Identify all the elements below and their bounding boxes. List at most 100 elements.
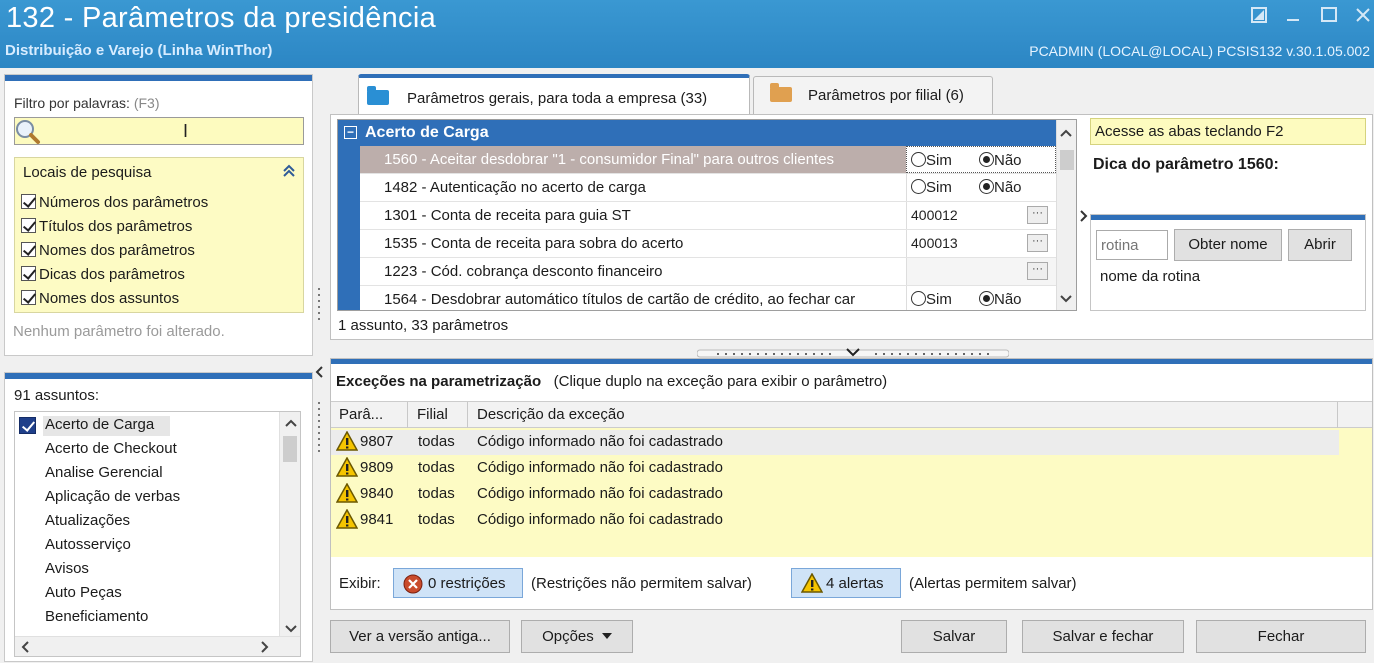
column-header-param[interactable]: Parâ... (339, 406, 383, 423)
table-row[interactable]: 1482 - Autenticação no acerto de carga S… (360, 174, 1056, 202)
list-item[interactable]: Aplicação de verbas (45, 488, 180, 505)
radio-group[interactable]: Sim Não (906, 286, 1056, 310)
radio-group[interactable]: Sim Não (906, 146, 1056, 173)
lookup-field[interactable]: 400013 ··· (906, 230, 1056, 257)
warning-icon (336, 431, 358, 451)
table-row[interactable]: 1223 - Cód. cobrança desconto financeiro… (360, 258, 1056, 286)
scroll-thumb[interactable] (1060, 150, 1074, 170)
radio-selected-icon[interactable] (979, 152, 994, 167)
scroll-up-icon[interactable] (285, 416, 297, 430)
restrictions-note: (Restrições não permitem salvar) (531, 575, 752, 592)
option-param-names[interactable]: Nomes dos parâmetros (21, 242, 195, 259)
radio-yes[interactable]: Sim (911, 179, 952, 196)
collapse-group-icon[interactable]: − (344, 126, 357, 139)
parameter-grid-scrollbar[interactable] (1056, 120, 1076, 310)
scroll-up-icon[interactable] (1060, 126, 1072, 140)
exceptions-grid[interactable]: Parâ... Filial Descrição da exceção 9807… (331, 401, 1372, 557)
selected-check-icon (19, 417, 36, 434)
filter-search-input[interactable] (14, 117, 304, 145)
exceptions-title: Exceções na parametrização (336, 373, 542, 390)
scroll-left-icon[interactable] (21, 641, 29, 656)
option-param-tips[interactable]: Dicas dos parâmetros (21, 266, 185, 283)
get-name-button[interactable]: Obter nome (1174, 229, 1282, 261)
scroll-thumb[interactable] (283, 436, 297, 462)
close-icon[interactable] (1352, 6, 1374, 28)
radio-yes[interactable]: Sim (911, 291, 952, 308)
list-item[interactable]: Autosserviço (45, 536, 131, 553)
option-param-titles[interactable]: Títulos dos parâmetros (21, 218, 192, 235)
lookup-button[interactable]: ··· (1027, 206, 1048, 224)
scroll-down-icon[interactable] (1060, 292, 1072, 306)
table-row[interactable]: 1535 - Conta de receita para sobra do ac… (360, 230, 1056, 258)
list-item[interactable]: Acerto de Carga (45, 416, 154, 433)
folder-icon (367, 86, 389, 105)
lookup-button[interactable]: ··· (1027, 262, 1048, 280)
list-item[interactable]: Auto Peças (45, 584, 122, 601)
checkbox-icon[interactable] (21, 290, 36, 305)
close-button[interactable]: Fechar (1196, 620, 1366, 653)
table-row[interactable]: 9809 todas Código informado não foi cada… (331, 456, 1339, 481)
option-param-numbers[interactable]: Números dos parâmetros (21, 194, 208, 211)
horizontal-splitter[interactable] (696, 345, 1010, 358)
column-header-branch[interactable]: Filial (417, 406, 448, 423)
radio-no[interactable]: Não (979, 179, 1022, 196)
parameter-grid[interactable]: − Acerto de Carga 1560 - Aceitar desdobr… (337, 119, 1077, 311)
vertical-splitter[interactable] (314, 282, 324, 462)
list-item[interactable]: Acerto de Checkout (45, 440, 177, 457)
checkbox-icon[interactable] (21, 266, 36, 281)
table-row[interactable]: 9807 todas Código informado não foi cada… (331, 430, 1339, 455)
checkbox-icon[interactable] (21, 242, 36, 257)
scroll-down-icon[interactable] (285, 622, 297, 636)
column-header-description[interactable]: Descrição da exceção (477, 406, 625, 423)
subjects-horizontal-scrollbar[interactable] (15, 636, 300, 656)
subjects-panel: 91 assuntos: Acerto de Carga Acerto de C… (4, 372, 313, 662)
lookup-field[interactable]: ··· (906, 258, 1056, 285)
radio-selected-icon[interactable] (979, 179, 994, 194)
subjects-vertical-scrollbar[interactable] (279, 412, 300, 638)
table-row[interactable]: 1560 - Aceitar desdobrar "1 - consumidor… (360, 146, 1056, 174)
collapse-left-icon[interactable] (315, 366, 323, 381)
table-row[interactable]: 9841 todas Código informado não foi cada… (331, 508, 1339, 533)
radio-icon[interactable] (911, 152, 926, 167)
group-header[interactable]: − Acerto de Carga (338, 120, 1056, 146)
radio-icon[interactable] (911, 291, 926, 306)
lookup-field[interactable]: 400012 ··· (906, 202, 1056, 229)
tab-general-parameters[interactable]: Parâmetros gerais, para toda a empresa (… (358, 74, 750, 116)
exceptions-footer: Exibir: 0 restrições (Restrições não per… (331, 559, 1372, 609)
save-and-close-button[interactable]: Salvar e fechar (1022, 620, 1184, 653)
list-item[interactable]: Beneficiamento (45, 608, 148, 625)
checkbox-icon[interactable] (21, 194, 36, 209)
radio-no[interactable]: Não (979, 291, 1022, 308)
filter-panel: Filtro por palavras: (F3) I Locais de pe… (4, 74, 313, 356)
restrictions-toggle-button[interactable]: 0 restrições (393, 568, 523, 598)
lookup-button[interactable]: ··· (1027, 234, 1048, 252)
alerts-toggle-button[interactable]: 4 alertas (791, 568, 901, 598)
radio-yes[interactable]: Sim (911, 152, 952, 169)
open-button[interactable]: Abrir (1288, 229, 1352, 261)
radio-group[interactable]: Sim Não (906, 174, 1056, 201)
routine-input[interactable] (1096, 230, 1168, 260)
save-button[interactable]: Salvar (901, 620, 1007, 653)
subjects-list[interactable]: Acerto de Carga Acerto de Checkout Anali… (14, 411, 301, 657)
option-subject-names[interactable]: Nomes dos assuntos (21, 290, 179, 307)
minimize-icon[interactable] (1282, 6, 1304, 28)
table-row[interactable]: 9840 todas Código informado não foi cada… (331, 482, 1339, 507)
list-item[interactable]: Atualizações (45, 512, 130, 529)
checkbox-icon[interactable] (21, 218, 36, 233)
list-item[interactable]: Analise Gerencial (45, 464, 163, 481)
table-row[interactable]: 1301 - Conta de receita para guia ST 400… (360, 202, 1056, 230)
maximize-icon[interactable] (1318, 6, 1340, 28)
expand-tips-icon[interactable] (1080, 210, 1088, 225)
old-version-button[interactable]: Ver a versão antiga... (330, 620, 510, 653)
list-item[interactable]: Avisos (45, 560, 89, 577)
radio-selected-icon[interactable] (979, 291, 994, 306)
collapse-chevron-icon[interactable] (283, 164, 295, 181)
change-status: Nenhum parâmetro foi alterado. (13, 323, 225, 340)
options-button[interactable]: Opções (521, 620, 633, 653)
radio-no[interactable]: Não (979, 152, 1022, 169)
table-row[interactable]: 1564 - Desdobrar automático títulos de c… (360, 286, 1056, 310)
radio-icon[interactable] (911, 179, 926, 194)
tab-branch-parameters[interactable]: Parâmetros por filial (6) (753, 76, 993, 114)
scroll-right-icon[interactable] (261, 641, 269, 656)
restore-icon[interactable] (1248, 6, 1270, 28)
